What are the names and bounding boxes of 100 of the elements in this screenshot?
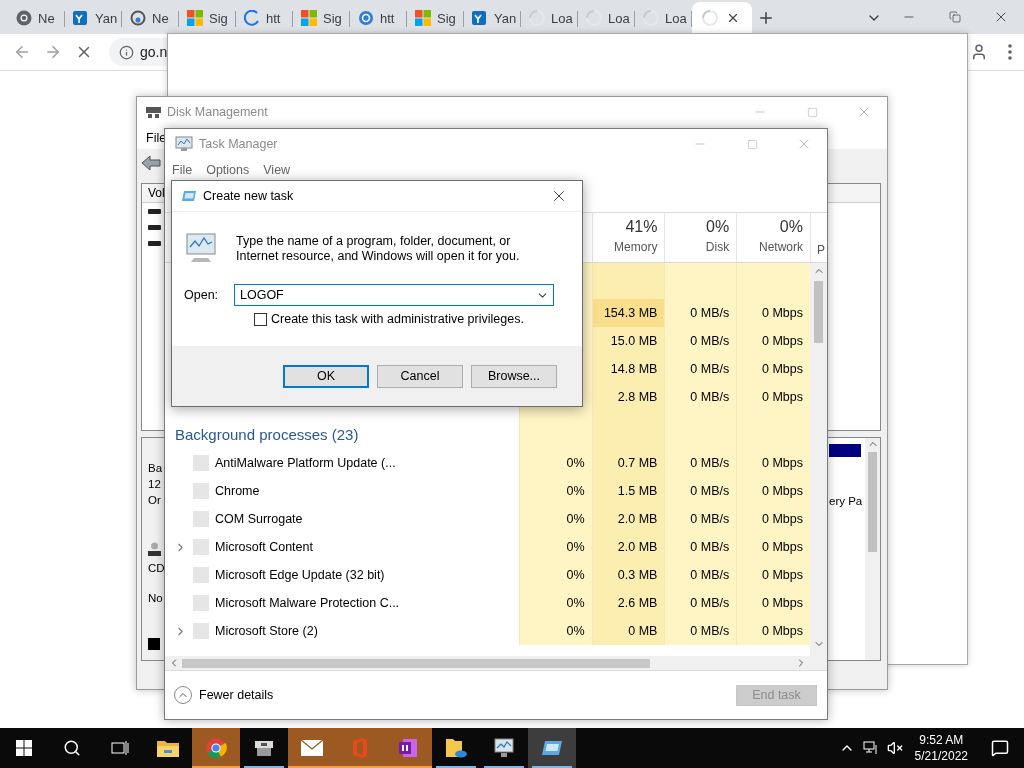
process-name-cell[interactable]: AntiMalware Platform Update (... [165,449,519,477]
search-icon [63,739,81,757]
menu-icon [1008,44,1012,60]
app-icon [193,511,209,527]
window-title: Task Manager [199,137,278,151]
browser-tab[interactable]: htt [236,2,293,34]
maximize-icon [806,106,818,118]
browser-tab[interactable]: Yan [464,2,521,34]
menu-item[interactable]: View [263,163,291,177]
table-cell: 0% [518,449,592,477]
app-icon [193,595,209,611]
table-cell: 0.3 MB [591,561,665,589]
windows-logo-icon [415,10,431,26]
table-cell: 0 MB [591,617,665,645]
table-cell: 0 Mbps [736,327,810,355]
scrollbar-thumb[interactable] [868,452,877,552]
app-icon [193,483,209,499]
y-logo-icon [73,10,89,26]
box-stack-icon [253,738,275,758]
app-icon [193,539,209,555]
process-name-cell[interactable]: Microsoft Edge Update (32 bit) [165,561,519,589]
browser-tab[interactable]: Sig [293,2,350,34]
scrollbar[interactable] [810,263,827,656]
fewer-details-button[interactable]: Fewer details [174,686,274,704]
scrollbar[interactable] [865,438,880,660]
open-combo-box[interactable]: LOGOF [234,284,554,306]
process-name-cell[interactable]: Chrome [165,477,519,505]
table-cell: 0 MB/s [664,327,737,355]
cd-drive-icon [148,542,161,556]
process-name-cell[interactable]: Microsoft Content [165,533,519,561]
browser-tab[interactable]: Yan [65,2,122,34]
table-cell: 0 Mbps [736,383,810,411]
table-cell: 0 MB/s [664,299,737,327]
table-cell: 0% [518,589,592,617]
y-logo-icon [472,10,488,26]
monitor-graph-icon [175,136,193,152]
admin-checkbox-label[interactable]: Create this task with administrative privileges. [254,312,582,326]
table-cell: 0.7 MB [591,449,665,477]
loading-spinner-icon [643,10,659,26]
table-cell: 0 Mbps [736,561,810,589]
swirl-logo-icon [130,10,146,26]
table-cell: 2.0 MB [591,533,665,561]
browser-tab[interactable]: Ne [8,2,65,34]
menu-item[interactable]: Options [206,163,250,177]
browser-tab[interactable]: Ne [122,2,179,34]
table-cell: 154.3 MB [591,299,665,327]
browser-tab[interactable]: Loa [521,2,578,34]
notification-icon [991,739,1009,757]
table-cell: 2.8 MB [591,383,665,411]
process-name-cell[interactable]: COM Surrogate [165,505,519,533]
table-cell: 2.0 MB [591,505,665,533]
scrollbar-thumb[interactable] [182,658,650,668]
browser-tab[interactable]: Loa [578,2,635,34]
scrollbar-thumb[interactable] [814,281,823,343]
process-name-cell[interactable]: Microsoft Malware Protection C... [165,589,519,617]
process-name-cell[interactable]: Microsoft Store (2) [165,617,519,645]
windows-logo-icon [16,740,32,756]
menu-item[interactable]: File [172,163,193,177]
table-cell: 0% [518,477,592,505]
volume-icon [148,240,161,246]
browser-tab[interactable]: Sig [179,2,236,34]
dialog-button[interactable]: Browse... [471,364,557,388]
column-header[interactable]: 41% Memory [591,213,665,262]
table-cell: 0 MB/s [664,449,737,477]
sync-circle-icon [358,10,374,26]
table-cell: 0 Mbps [736,355,810,383]
close-icon [726,11,740,25]
office-logo-icon [351,737,369,759]
browser-tab[interactable]: htt [350,2,407,34]
table-cell: 0 MB/s [664,617,737,645]
task-view-icon [111,740,129,756]
column-header[interactable]: 0% Network [736,213,810,262]
table-cell: 0 Mbps [736,449,810,477]
table-cell: 0 MB/s [664,477,737,505]
column-header[interactable]: P [810,213,827,262]
disk-label: Or [148,493,162,508]
table-cell: 0 MB/s [664,561,737,589]
table-cell: 0 MB/s [664,589,737,617]
dialog-button[interactable]: OK [283,364,369,388]
loading-spinner-icon [529,10,545,26]
open-input[interactable]: LOGOF [240,288,536,302]
checkbox[interactable] [254,312,267,326]
open-label: Open: [184,288,216,302]
dialog-button[interactable]: Cancel [377,364,463,388]
browser-tab[interactable]: Loa [635,2,692,34]
partition-bar [829,444,861,457]
disk-icon [146,105,161,119]
browser-tab[interactable]: Sig [407,2,464,34]
horizontal-scrollbar[interactable] [165,656,827,670]
restore-icon [949,11,961,23]
disk-label: 12 [148,477,162,492]
forward-arrow-icon [44,43,62,61]
column-header[interactable]: 0% Disk [664,213,737,262]
loading-spinner-icon [586,10,602,26]
table-cell: 0 Mbps [736,505,810,533]
clock[interactable]: 9:52 AM 5/21/2022 [906,732,976,764]
taskbar-app-button[interactable] [528,728,576,768]
envelope-icon [301,740,323,756]
instruction-text: Type the name of a program, folder, document, or Internet resource, and Windows will open it for you. [236,234,521,264]
column-header[interactable]: Vol [142,186,165,200]
